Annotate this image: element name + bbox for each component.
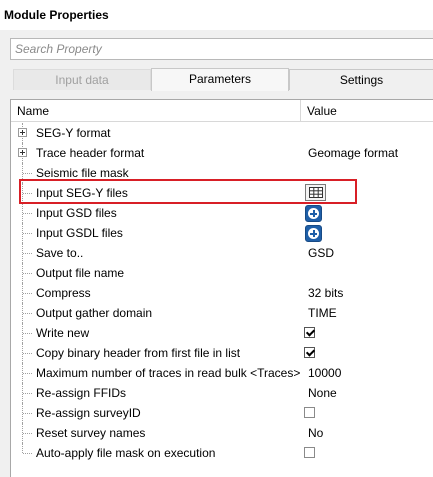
- tab-parameters[interactable]: Parameters: [151, 68, 289, 91]
- tab-settings[interactable]: Settings: [289, 69, 433, 90]
- property-value[interactable]: No: [308, 426, 323, 440]
- property-row-output-gather-domain[interactable]: Output gather domain TIME: [11, 303, 433, 323]
- property-label: Re-assign surveyID: [36, 406, 141, 420]
- property-value[interactable]: TIME: [308, 306, 337, 320]
- plus-icon[interactable]: [305, 225, 322, 242]
- checkbox[interactable]: [304, 347, 315, 358]
- tab-input-data: Input data: [13, 69, 151, 90]
- expand-icon[interactable]: [18, 128, 27, 137]
- window-title: Module Properties: [4, 8, 109, 22]
- property-value[interactable]: GSD: [308, 246, 334, 260]
- property-row-write-new[interactable]: Write new: [11, 323, 433, 343]
- property-label: Input GSD files: [36, 206, 117, 220]
- property-label: Trace header format: [36, 146, 145, 160]
- property-label: Save to..: [36, 246, 84, 260]
- checkbox[interactable]: [304, 327, 315, 338]
- property-row-copy-binary-header[interactable]: Copy binary header from first file in li…: [11, 343, 433, 363]
- property-row-input-gsd-files[interactable]: Input GSD files: [11, 203, 433, 223]
- property-label: Auto-apply file mask on execution: [36, 446, 216, 460]
- property-label: Maximum number of traces in read bulk <T…: [36, 366, 301, 380]
- property-row-input-segy-files[interactable]: Input SEG-Y files: [11, 183, 433, 203]
- property-row-segy-format[interactable]: SEG-Y format: [11, 123, 433, 143]
- property-label: Input SEG-Y files: [36, 186, 128, 200]
- property-label: Output gather domain: [36, 306, 153, 320]
- column-header-value[interactable]: Value: [307, 104, 337, 118]
- property-grid: Name Value SEG-Y format Trace header for…: [10, 99, 433, 477]
- expand-icon[interactable]: [18, 148, 27, 157]
- property-label: Seismic file mask: [36, 166, 129, 180]
- property-label: Compress: [36, 286, 91, 300]
- column-divider[interactable]: [300, 100, 301, 122]
- property-row-max-traces[interactable]: Maximum number of traces in read bulk <T…: [11, 363, 433, 383]
- property-label: Copy binary header from first file in li…: [36, 346, 241, 360]
- property-row-output-file-name[interactable]: Output file name: [11, 263, 433, 283]
- plus-icon[interactable]: [305, 205, 322, 222]
- property-row-trace-header-format[interactable]: Trace header format Geomage format: [11, 143, 433, 163]
- property-row-input-gsdl-files[interactable]: Input GSDL files: [11, 223, 433, 243]
- checkbox[interactable]: [304, 447, 315, 458]
- property-row-compress[interactable]: Compress 32 bits: [11, 283, 433, 303]
- search-input[interactable]: [11, 39, 433, 59]
- property-row-seismic-file-mask[interactable]: Seismic file mask: [11, 163, 433, 183]
- property-value[interactable]: Geomage format: [308, 146, 398, 160]
- column-header-name[interactable]: Name: [17, 104, 49, 118]
- property-row-auto-apply-mask[interactable]: Auto-apply file mask on execution: [11, 443, 433, 463]
- property-label: Write new: [36, 326, 90, 340]
- property-row-reassign-surveyid[interactable]: Re-assign surveyID: [11, 403, 433, 423]
- property-value[interactable]: 10000: [308, 366, 341, 380]
- property-row-reset-survey-names[interactable]: Reset survey names No: [11, 423, 433, 443]
- grid-header: Name Value: [11, 100, 433, 122]
- property-label: Output file name: [36, 266, 125, 280]
- checkbox[interactable]: [304, 407, 315, 418]
- property-value[interactable]: 32 bits: [308, 286, 343, 300]
- property-row-save-to[interactable]: Save to.. GSD: [11, 243, 433, 263]
- grid-icon[interactable]: [305, 184, 326, 201]
- property-label: Re-assign FFIDs: [36, 386, 127, 400]
- property-label: Input GSDL files: [36, 226, 123, 240]
- search-box[interactable]: [10, 38, 433, 60]
- property-value[interactable]: None: [308, 386, 337, 400]
- property-label: SEG-Y format: [36, 126, 111, 140]
- property-row-reassign-ffids[interactable]: Re-assign FFIDs None: [11, 383, 433, 403]
- property-label: Reset survey names: [36, 426, 146, 440]
